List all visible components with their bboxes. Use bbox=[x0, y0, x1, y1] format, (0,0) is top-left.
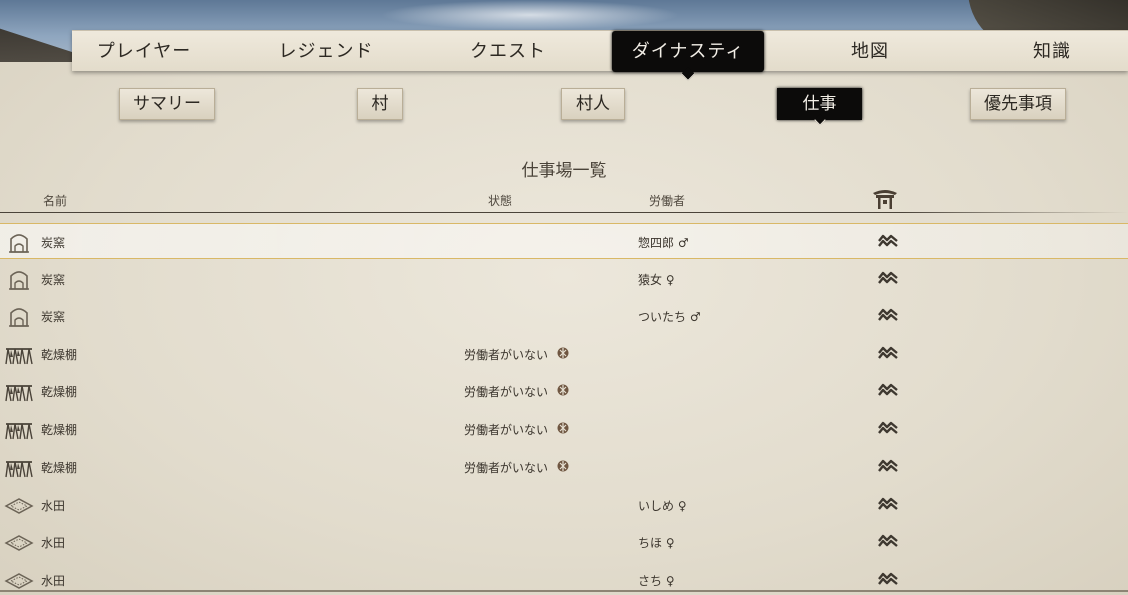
workplace-status: 労働者がいない bbox=[464, 348, 549, 362]
rice-paddy-icon bbox=[4, 568, 34, 592]
workplace-name: 乾燥棚 bbox=[41, 423, 78, 437]
tab-knowledge[interactable]: 知識 bbox=[980, 31, 1124, 72]
kiln-icon bbox=[4, 230, 34, 254]
table-row[interactable]: 炭窯 惣四郎 ♂ bbox=[0, 223, 1128, 259]
workplace-name: 炭窯 bbox=[41, 310, 66, 324]
assign-worker-icon[interactable] bbox=[556, 421, 570, 435]
workplace-name: 乾燥棚 bbox=[41, 348, 78, 362]
workplace-name: 炭窯 bbox=[41, 273, 66, 287]
priority-high-icon[interactable] bbox=[878, 497, 898, 511]
subtab-villagers[interactable]: 村人 bbox=[561, 88, 625, 120]
assign-worker-icon[interactable] bbox=[556, 459, 570, 473]
workplace-name: 炭窯 bbox=[41, 236, 66, 250]
workplace-name: 水田 bbox=[41, 574, 66, 588]
priority-high-icon[interactable] bbox=[878, 308, 898, 322]
table-row[interactable]: 炭窯 猿女 ♀ bbox=[0, 261, 1128, 297]
table-row[interactable]: 水田 いしめ ♀ bbox=[0, 487, 1128, 523]
worker-name[interactable]: ついたち ♂ bbox=[638, 308, 701, 325]
assign-worker-icon[interactable] bbox=[556, 346, 570, 360]
drying-rack-icon bbox=[4, 417, 34, 441]
kiln-icon bbox=[4, 267, 34, 291]
priority-high-icon[interactable] bbox=[878, 421, 898, 435]
subtab-jobs[interactable]: 仕事 bbox=[777, 88, 862, 120]
workplace-name: 乾燥棚 bbox=[41, 461, 78, 475]
column-header-worker[interactable]: 労働者 bbox=[649, 192, 685, 209]
priority-high-icon[interactable] bbox=[878, 346, 898, 360]
priority-high-icon[interactable] bbox=[878, 234, 898, 248]
kiln-icon bbox=[4, 304, 34, 328]
header-divider bbox=[0, 212, 1128, 213]
tab-dynasty[interactable]: ダイナスティ bbox=[612, 31, 764, 72]
drying-rack-icon bbox=[4, 379, 34, 403]
tab-map[interactable]: 地図 bbox=[798, 31, 942, 72]
drying-rack-icon bbox=[4, 455, 34, 479]
tab-legend[interactable]: レジェンド bbox=[254, 31, 398, 72]
cloud bbox=[380, 0, 680, 30]
subtab-summary[interactable]: サマリー bbox=[119, 88, 215, 120]
table-row[interactable]: 水田 ちほ ♀ bbox=[0, 524, 1128, 560]
worker-name[interactable]: さち ♀ bbox=[638, 572, 675, 589]
tab-quest[interactable]: クエスト bbox=[436, 31, 580, 72]
rice-paddy-icon bbox=[4, 530, 34, 554]
table-row[interactable]: 乾燥棚 労働者がいない bbox=[0, 336, 1128, 372]
worker-name[interactable]: ちほ ♀ bbox=[638, 534, 675, 551]
shrine-icon[interactable] bbox=[872, 186, 898, 210]
column-header-status[interactable]: 状態 bbox=[488, 192, 512, 209]
subtab-village[interactable]: 村 bbox=[357, 88, 403, 120]
workplace-name: 乾燥棚 bbox=[41, 385, 78, 399]
table-row[interactable]: 乾燥棚 労働者がいない bbox=[0, 449, 1128, 485]
rice-paddy-icon bbox=[4, 493, 34, 517]
table-row[interactable]: 乾燥棚 労働者がいない bbox=[0, 411, 1128, 447]
priority-high-icon[interactable] bbox=[878, 459, 898, 473]
priority-high-icon[interactable] bbox=[878, 534, 898, 548]
table-row[interactable]: 炭窯 ついたち ♂ bbox=[0, 298, 1128, 334]
priority-high-icon[interactable] bbox=[878, 383, 898, 397]
subtab-priorities[interactable]: 優先事項 bbox=[970, 88, 1066, 120]
workplace-status: 労働者がいない bbox=[464, 385, 549, 399]
column-header-name[interactable]: 名前 bbox=[43, 192, 67, 209]
workplace-status: 労働者がいない bbox=[464, 423, 549, 437]
workplace-name: 水田 bbox=[41, 499, 66, 513]
assign-worker-icon[interactable] bbox=[556, 383, 570, 397]
drying-rack-icon bbox=[4, 342, 34, 366]
bottom-divider bbox=[0, 590, 1128, 592]
table-row[interactable]: 乾燥棚 労働者がいない bbox=[0, 373, 1128, 409]
priority-high-icon[interactable] bbox=[878, 572, 898, 586]
worker-name[interactable]: いしめ ♀ bbox=[638, 497, 687, 514]
worker-name[interactable]: 惣四郎 ♂ bbox=[638, 234, 689, 251]
worker-name[interactable]: 猿女 ♀ bbox=[638, 271, 675, 288]
workplace-status: 労働者がいない bbox=[464, 461, 549, 475]
priority-high-icon[interactable] bbox=[878, 271, 898, 285]
main-tab-bar: プレイヤー レジェンド クエスト ダイナスティ 地図 知識 bbox=[72, 30, 1128, 72]
section-title: 仕事場一覧 bbox=[521, 161, 607, 181]
workplace-name: 水田 bbox=[41, 536, 66, 550]
tab-player[interactable]: プレイヤー bbox=[72, 31, 216, 72]
